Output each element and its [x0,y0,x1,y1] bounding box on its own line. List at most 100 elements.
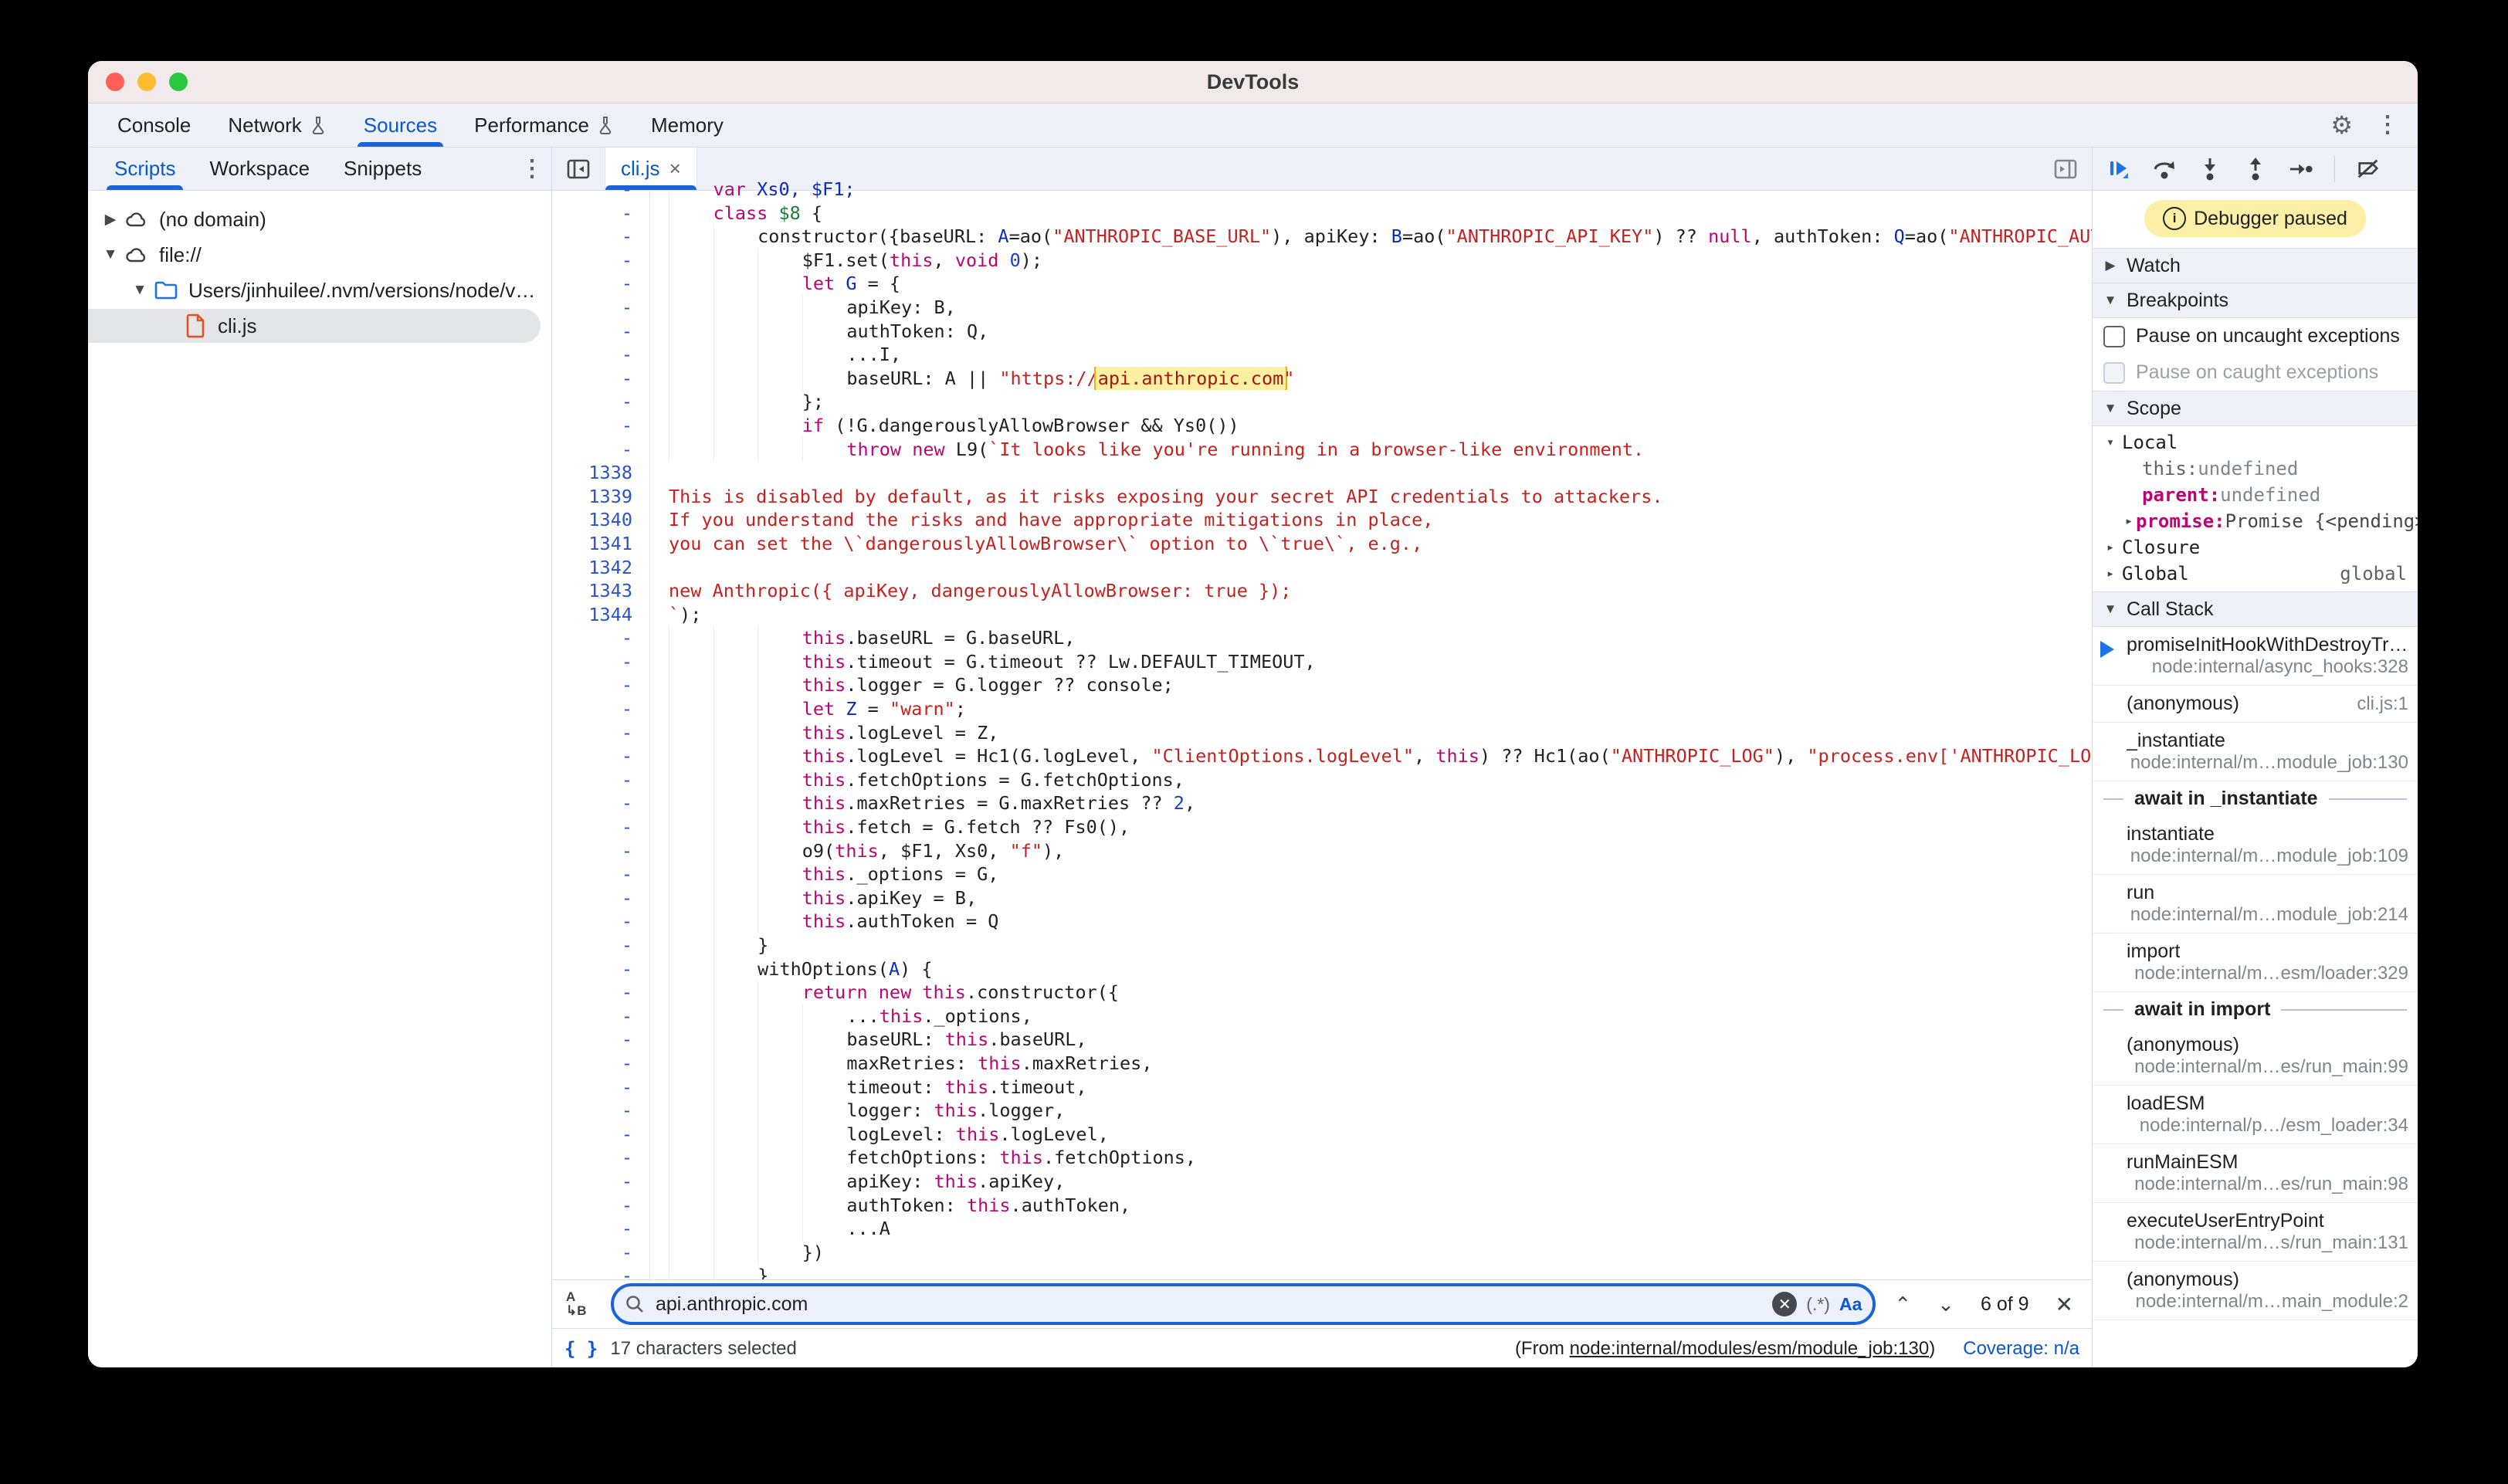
scope-property-this[interactable]: this: undefined [2093,456,2418,482]
tree-item-file-[interactable]: ▼file:// [88,237,551,273]
line-gutter[interactable]: - [552,1217,650,1241]
match-case-toggle[interactable]: Aa [1839,1294,1862,1315]
step-into-button[interactable] [2198,157,2222,181]
step-button[interactable] [2289,157,2313,181]
line-gutter[interactable]: - [552,296,650,320]
tree-item--no-domain-[interactable]: ▶(no domain) [88,202,551,237]
line-gutter[interactable]: - [552,343,650,367]
callstack-section-header[interactable]: ▼ Call Stack [2093,591,2418,627]
coverage-link[interactable]: Coverage: n/a [1963,1338,2079,1360]
settings-gear-icon[interactable]: ⚙ [2330,113,2353,137]
watch-section-header[interactable]: ▶ Watch [2093,248,2418,283]
line-gutter[interactable]: - [552,1170,650,1194]
navigator-more-icon[interactable]: ⋮ [520,158,544,181]
line-gutter[interactable]: 1339 [552,485,650,509]
line-gutter[interactable]: - [552,933,650,957]
line-gutter[interactable]: - [552,744,650,768]
line-gutter[interactable]: - [552,367,650,391]
breakpoint-option[interactable]: Pause on uncaught exceptions [2093,318,2418,354]
chevron-right-icon[interactable]: ▸ [2122,513,2136,529]
call-stack-frame[interactable]: (anonymous)cli.js:1 [2093,686,2418,723]
line-gutter[interactable]: - [552,438,650,462]
chevron-down-icon[interactable]: ▾ [2103,435,2117,450]
line-gutter[interactable]: 1344 [552,603,650,627]
scope-section-header[interactable]: ▼ Scope [2093,391,2418,426]
line-gutter[interactable]: - [552,910,650,933]
breakpoint-option[interactable]: Pause on caught exceptions [2093,354,2418,391]
chevron-right-icon[interactable]: ▶ [99,211,122,229]
line-gutter[interactable]: - [552,862,650,886]
chevron-down-icon[interactable]: ▼ [128,282,151,299]
line-gutter[interactable]: - [552,768,650,792]
line-gutter[interactable]: - [552,721,650,745]
search-input[interactable] [654,1293,1763,1316]
more-options-icon[interactable]: ⋮ [2376,114,2399,137]
call-stack-frame[interactable]: (anonymous)node:internal/m…main_module:2 [2093,1262,2418,1320]
line-gutter[interactable]: - [552,1028,650,1052]
line-gutter[interactable]: - [552,626,650,650]
line-gutter[interactable]: - [552,815,650,839]
line-gutter[interactable]: - [552,1241,650,1265]
close-search-icon[interactable]: ✕ [2056,1292,2073,1317]
previous-match-icon[interactable]: ⌃ [1894,1293,1911,1316]
scope-property-promise[interactable]: ▸promise: Promise {<pending>} [2093,508,2418,534]
call-stack-frame[interactable]: runMainESMnode:internal/m…es/run_main:98 [2093,1144,2418,1203]
tab-memory[interactable]: Memory [632,103,742,147]
line-gutter[interactable]: 1338 [552,461,650,485]
line-gutter[interactable]: - [552,272,650,296]
chevron-right-icon[interactable]: ▸ [2103,540,2117,555]
regex-toggle[interactable]: (.*) [1806,1294,1830,1315]
call-stack-frame[interactable]: _instantiatenode:internal/m…module_job:1… [2093,723,2418,781]
call-stack-frame[interactable]: instantiatenode:internal/m…module_job:10… [2093,816,2418,875]
line-gutter[interactable]: - [552,1052,650,1076]
scope-property-parent[interactable]: parent: undefined [2093,482,2418,508]
line-gutter[interactable]: - [552,1076,650,1099]
line-gutter[interactable]: - [552,1194,650,1218]
chevron-right-icon[interactable]: ▸ [2103,566,2117,581]
step-out-button[interactable] [2243,157,2268,181]
tab-console[interactable]: Console [99,103,209,147]
tab-performance[interactable]: Performance [456,103,632,147]
search-field[interactable]: ✕ (.*) Aa [611,1283,1876,1325]
tree-item-cli-js[interactable]: cli.js [88,308,551,344]
scope-group-closure[interactable]: ▸Closure [2093,534,2418,561]
close-tab-icon[interactable]: × [669,157,681,181]
title-bar[interactable]: DevTools [88,61,2418,103]
source-code-view[interactable]: -var Xs0, $F1;-class $8 {-constructor({b… [552,178,2092,1279]
line-gutter[interactable]: - [552,1146,650,1170]
line-gutter[interactable]: - [552,957,650,981]
line-gutter[interactable]: - [552,981,650,1005]
line-gutter[interactable]: - [552,839,650,863]
zoom-window-button[interactable] [169,73,188,91]
line-gutter[interactable]: 1341 [552,532,650,556]
editor-tab-clijs[interactable]: cli.js × [605,147,697,190]
line-gutter[interactable]: - [552,650,650,674]
clear-search-icon[interactable]: ✕ [1772,1292,1797,1316]
line-gutter[interactable]: - [552,886,650,910]
scope-group-local[interactable]: ▾Local [2093,429,2418,456]
line-gutter[interactable]: 1343 [552,579,650,603]
line-gutter[interactable]: 1342 [552,556,650,580]
next-match-icon[interactable]: ⌄ [1937,1293,1954,1316]
pretty-print-icon[interactable]: { } [564,1338,598,1360]
tree-item-users-jinhuilee-nvm-versions-node-v2-[interactable]: ▼Users/jinhuilee/.nvm/versions/node/v2… [88,273,551,308]
line-gutter[interactable]: - [552,673,650,697]
navigator-tab-workspace[interactable]: Workspace [192,147,327,190]
call-stack-frame[interactable]: importnode:internal/m…esm/loader:329 [2093,933,2418,992]
chevron-down-icon[interactable]: ▼ [99,246,122,263]
call-stack-frame[interactable]: runnode:internal/m…module_job:214 [2093,875,2418,933]
step-over-button[interactable] [2152,157,2177,181]
call-stack-frame[interactable]: loadESMnode:internal/p…/esm_loader:34 [2093,1086,2418,1144]
line-gutter[interactable]: - [552,202,650,225]
resume-script-button[interactable] [2106,157,2131,181]
line-gutter[interactable]: - [552,249,650,273]
line-gutter[interactable]: - [552,1123,650,1147]
line-gutter[interactable]: - [552,320,650,344]
line-gutter[interactable]: - [552,225,650,249]
minimize-window-button[interactable] [137,73,156,91]
line-gutter[interactable]: 1340 [552,508,650,532]
tab-sources[interactable]: Sources [345,103,456,147]
line-gutter[interactable]: - [552,1264,650,1279]
line-gutter[interactable]: - [552,390,650,414]
line-gutter[interactable]: - [552,414,650,438]
